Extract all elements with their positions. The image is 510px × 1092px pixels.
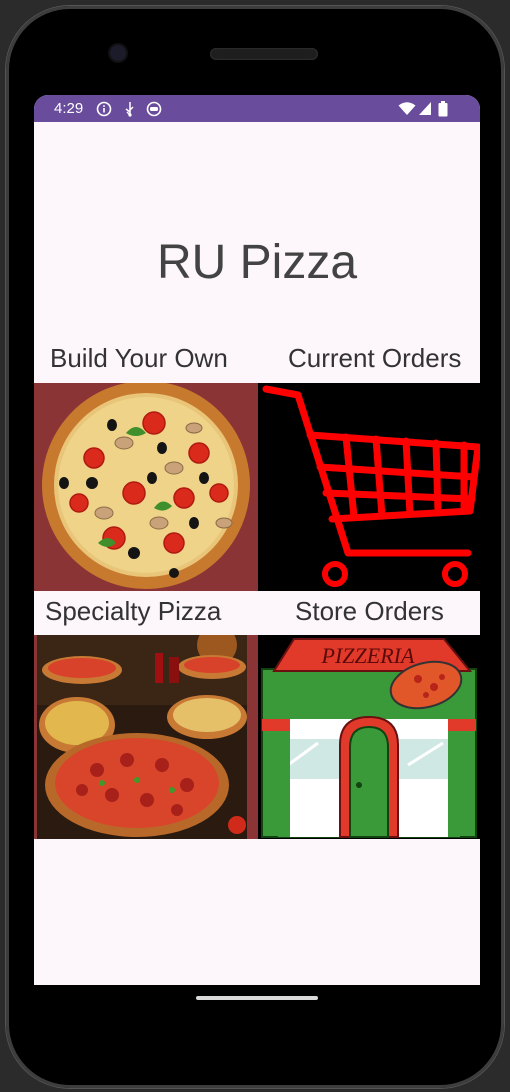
android-icon <box>146 101 162 117</box>
pizzeria-sign: PIZZERIA <box>321 643 415 668</box>
app-title: RU Pizza <box>156 236 358 289</box>
shopping-cart-image <box>262 385 480 587</box>
status-time: 4:29 <box>54 100 84 117</box>
signal-icon <box>419 102 431 115</box>
front-camera <box>110 45 126 61</box>
build-your-own-label: Build Your Own <box>50 343 228 373</box>
usb-icon <box>125 102 134 117</box>
pizza-image <box>42 383 250 589</box>
pizzeria-storefront-image: PIZZERIA <box>261 638 477 838</box>
wifi-icon <box>398 102 416 115</box>
build-your-own-button[interactable] <box>34 383 258 591</box>
specialty-pizzas-image <box>37 635 247 839</box>
specialty-pizza-button[interactable] <box>34 635 258 839</box>
app-screen: 4:29 RU Pizza Build Your Own Current Ord… <box>34 95 480 985</box>
earpiece-speaker <box>210 48 318 60</box>
home-indicator[interactable] <box>196 996 318 1000</box>
current-orders-label: Current Orders <box>288 343 462 373</box>
specialty-pizza-label: Specialty Pizza <box>45 596 222 626</box>
battery-icon <box>438 101 448 117</box>
store-orders-label: Store Orders <box>295 596 444 626</box>
store-orders-button[interactable]: PIZZERIA <box>258 635 480 839</box>
info-icon <box>96 101 112 117</box>
current-orders-button[interactable] <box>258 383 480 591</box>
status-bar: 4:29 <box>34 95 480 122</box>
